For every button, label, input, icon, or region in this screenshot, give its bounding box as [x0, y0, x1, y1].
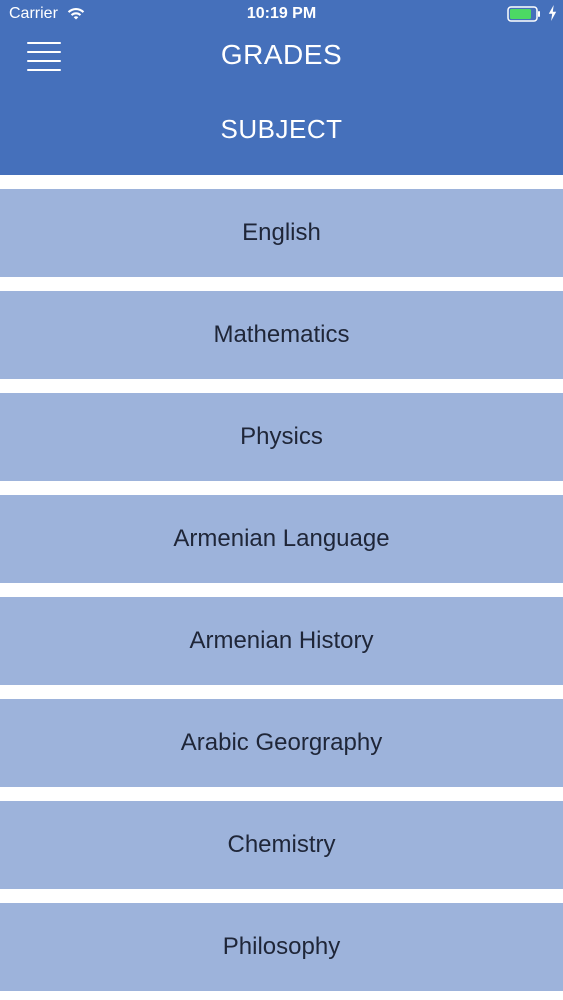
subject-label: Armenian Language [173, 525, 390, 552]
status-bar: Carrier 10:19 PM [0, 0, 563, 28]
app-screen: Carrier 10:19 PM GRADES SUBJECT English … [0, 0, 563, 1000]
page-title: GRADES [220, 39, 343, 70]
battery-icon [507, 6, 540, 22]
subject-item-mathematics[interactable]: Mathematics [0, 291, 563, 379]
subject-item-armenian-language[interactable]: Armenian Language [0, 495, 563, 583]
subject-item-arabic-georgraphy[interactable]: Arabic Georgraphy [0, 699, 563, 787]
charging-icon [548, 5, 557, 21]
subject-item-philosophy[interactable]: Philosophy [0, 903, 563, 991]
header-bar: Carrier 10:19 PM GRADES SUBJECT [0, 0, 563, 175]
subject-label: Arabic Georgraphy [180, 729, 383, 756]
subject-item-english[interactable]: English [0, 189, 563, 277]
subject-item-chemistry[interactable]: Chemistry [0, 801, 563, 889]
subject-item-armenian-history[interactable]: Armenian History [0, 597, 563, 685]
subject-label: Armenian History [189, 627, 374, 654]
subject-label: Philosophy [222, 933, 341, 960]
subject-item-physics[interactable]: Physics [0, 393, 563, 481]
subject-label: Physics [240, 423, 323, 450]
subject-list: English Mathematics Physics Armenian Lan… [0, 189, 563, 1000]
section-title: SUBJECT [220, 114, 343, 144]
subject-label: Chemistry [227, 831, 336, 858]
status-time: 10:19 PM [246, 5, 317, 22]
subject-label: Mathematics [213, 321, 350, 348]
subject-label: English [242, 219, 321, 246]
